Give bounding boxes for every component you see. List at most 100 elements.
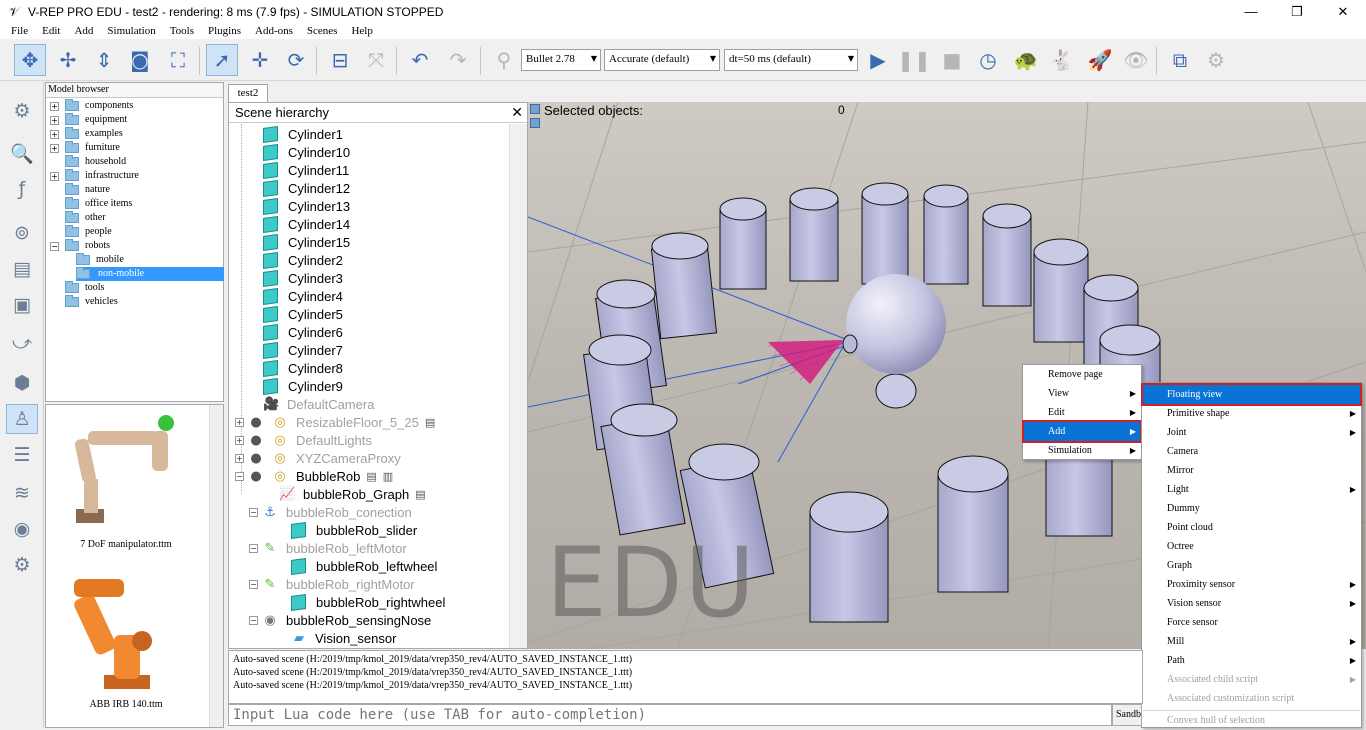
threaded-rendering-icon[interactable]: 🚀 <box>1084 44 1116 76</box>
hierarchy-item-cylinder6[interactable]: Cylinder6 <box>263 323 343 341</box>
expand-icon[interactable]: + <box>50 101 59 111</box>
collapse-icon[interactable]: − <box>235 471 244 481</box>
hierarchy-item-cylinder2[interactable]: Cylinder2 <box>263 251 343 269</box>
menu-item-light[interactable]: Light ▶ <box>1143 480 1360 499</box>
model-folder-tools[interactable]: tools <box>50 281 104 295</box>
collapse-icon[interactable]: − <box>249 507 258 517</box>
redo-icon[interactable]: ↷ <box>442 44 474 76</box>
assemble-icon[interactable]: ⊟ <box>324 44 356 76</box>
model-folder-vehicles[interactable]: vehicles <box>50 295 118 309</box>
hierarchy-item-bubblerob-conection[interactable]: − ⚓ bubbleRob_conection <box>249 503 412 521</box>
hierarchy-item-cylinder8[interactable]: Cylinder8 <box>263 359 343 377</box>
slower-turtle-icon[interactable]: 🐢 <box>1010 44 1042 76</box>
menu-plugins[interactable]: Plugins <box>201 25 248 37</box>
hierarchy-item-cylinder4[interactable]: Cylinder4 <box>263 287 343 305</box>
hierarchy-item-bubblerob-rightmotor[interactable]: − ✎ bubbleRob_rightMotor <box>249 575 415 593</box>
click-select-icon[interactable]: ➚ <box>206 44 238 76</box>
hierarchy-item-cylinder12[interactable]: Cylinder12 <box>263 179 350 197</box>
hierarchy-item-bubblerob-leftmotor[interactable]: − ✎ bubbleRob_leftMotor <box>249 539 407 557</box>
menu-item-edit[interactable]: Edit ▶ <box>1024 403 1140 422</box>
model-folder-household[interactable]: household <box>50 155 126 169</box>
menu-help[interactable]: Help <box>344 25 379 37</box>
expand-icon[interactable]: + <box>50 115 59 125</box>
hierarchy-item-cylinder5[interactable]: Cylinder5 <box>263 305 343 323</box>
accuracy-select[interactable]: Accurate (default) ▼ <box>604 49 720 71</box>
model-browser-icon[interactable]: ♙ <box>6 404 38 434</box>
model-folder-robots[interactable]: − robots <box>50 239 110 253</box>
model-folder-infrastructure[interactable]: + infrastructure <box>50 169 139 183</box>
tab-test2[interactable]: test2 <box>228 84 268 102</box>
collapse-icon[interactable]: − <box>249 615 258 625</box>
model-folder-people[interactable]: people <box>50 225 112 239</box>
hierarchy-item-default-camera[interactable]: 🎥 DefaultCamera <box>263 395 374 413</box>
menu-item-force-sensor[interactable]: Force sensor <box>1143 613 1360 632</box>
menu-scenes[interactable]: Scenes <box>300 25 345 37</box>
hierarchy-item-cylinder14[interactable]: Cylinder14 <box>263 215 350 233</box>
scene-hierarchy-icon[interactable]: ☰ <box>6 440 38 470</box>
model-folder-other[interactable]: other <box>50 211 106 225</box>
menu-item-graph[interactable]: Graph <box>1143 556 1360 575</box>
menu-item-mill[interactable]: Mill ▶ <box>1143 632 1360 651</box>
user-settings-icon[interactable]: ⚙ <box>6 550 38 580</box>
expand-icon[interactable]: + <box>50 129 59 139</box>
model-folder-components[interactable]: + components <box>50 99 133 113</box>
hierarchy-item-cylinder15[interactable]: Cylinder15 <box>263 233 350 251</box>
threaded-script-icon[interactable]: ▥ <box>383 470 393 483</box>
hierarchy-item-default-lights[interactable]: + ● ◎ DefaultLights <box>235 431 372 449</box>
script-icon[interactable]: ▤ <box>415 488 425 501</box>
lua-command-input[interactable] <box>228 704 1112 726</box>
hierarchy-scrollbar[interactable] <box>509 124 527 648</box>
hierarchy-item-bubblerob-sensingnose[interactable]: − ◉ bubbleRob_sensingNose <box>249 611 431 629</box>
model-folder-equipment[interactable]: + equipment <box>50 113 127 127</box>
hierarchy-item-bubblerob-slider[interactable]: bubbleRob_slider <box>291 521 417 539</box>
collapse-icon[interactable]: − <box>50 241 59 251</box>
restore-button[interactable]: ❐ <box>1274 0 1320 23</box>
expand-icon[interactable]: + <box>235 417 244 427</box>
expand-icon[interactable]: + <box>235 453 244 463</box>
menu-item-joint[interactable]: Joint ▶ <box>1143 423 1360 442</box>
expand-icon[interactable]: + <box>50 171 59 181</box>
camera-shift-icon[interactable]: ⇕ <box>88 44 120 76</box>
menu-addons[interactable]: Add-ons <box>248 25 300 37</box>
hierarchy-item-cylinder7[interactable]: Cylinder7 <box>263 341 343 359</box>
view-selector-icon[interactable] <box>530 104 540 114</box>
close-button[interactable]: ✕ <box>1320 0 1366 23</box>
simulation-settings-icon[interactable]: ⚙ <box>6 96 38 126</box>
script-icon[interactable]: ▤ <box>425 416 435 429</box>
thumbnail-7dof-manipulator[interactable] <box>54 409 204 555</box>
sandbox-selector[interactable]: Sandbox <box>1112 704 1142 726</box>
play-icon[interactable]: ▶ <box>862 44 894 76</box>
toggle-views-icon[interactable]: ⚙ <box>1200 44 1232 76</box>
close-icon[interactable]: ✕ <box>511 103 523 123</box>
layers-icon[interactable]: ≋ <box>6 478 38 508</box>
model-folder-office-items[interactable]: office items <box>50 197 132 211</box>
menu-item-path[interactable]: Path ▶ <box>1143 651 1360 670</box>
hierarchy-item-cylinder9[interactable]: Cylinder9 <box>263 377 343 395</box>
menu-item-octree[interactable]: Octree <box>1143 537 1360 556</box>
menu-simulation[interactable]: Simulation <box>100 25 162 37</box>
camera-rotate-icon[interactable]: ✢ <box>52 44 84 76</box>
thumbnail-abb-irb-140[interactable] <box>54 565 204 695</box>
model-folder-nature[interactable]: nature <box>50 183 110 197</box>
model-folder-examples[interactable]: + examples <box>50 127 123 141</box>
menu-item-point-cloud[interactable]: Point cloud <box>1143 518 1360 537</box>
real-time-icon[interactable]: ◷ <box>972 44 1004 76</box>
visualization-eye-icon[interactable]: 👁 <box>1120 44 1152 76</box>
object-rotate-icon[interactable]: ⟳ <box>280 44 312 76</box>
model-folder-mobile[interactable]: mobile <box>76 253 124 267</box>
menu-item-dummy[interactable]: Dummy <box>1143 499 1360 518</box>
view-selector-icon[interactable] <box>530 118 540 128</box>
menu-item-camera[interactable]: Camera <box>1143 442 1360 461</box>
hierarchy-item-cylinder1[interactable]: Cylinder1 <box>263 125 343 143</box>
menu-item-add[interactable]: Add ▶ <box>1022 420 1142 443</box>
model-folder-non-mobile[interactable]: non-mobile <box>76 267 224 281</box>
pause-icon[interactable]: ❚❚ <box>897 44 931 76</box>
menu-item-associated-customization-script[interactable]: Associated customization script <box>1143 689 1360 708</box>
object-shift-icon[interactable]: ✛ <box>244 44 276 76</box>
hierarchy-item-bubblerob-graph[interactable]: 📈 bubbleRob_Graph ▤ <box>279 485 426 503</box>
hierarchy-item-cylinder13[interactable]: Cylinder13 <box>263 197 350 215</box>
thumbnails-scrollbar[interactable] <box>209 405 223 727</box>
model-folder-furniture[interactable]: + furniture <box>50 141 120 155</box>
hierarchy-item-xyz-camera-proxy[interactable]: + ● ◎ XYZCameraProxy <box>235 449 401 467</box>
menu-item-vision-sensor[interactable]: Vision sensor ▶ <box>1143 594 1360 613</box>
